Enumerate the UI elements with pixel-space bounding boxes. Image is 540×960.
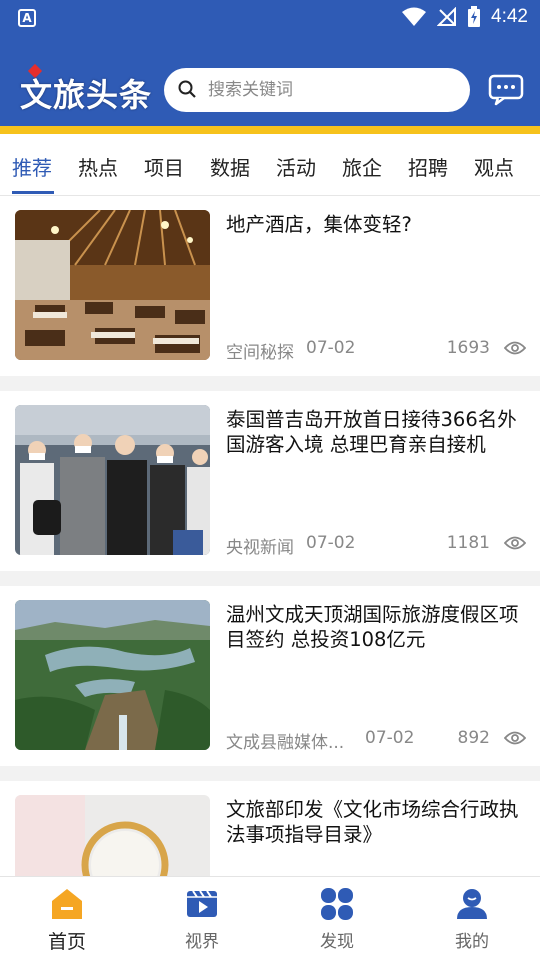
user-icon xyxy=(457,889,487,919)
article-date: 07-02 xyxy=(306,533,356,553)
article-date: 07-02 xyxy=(365,728,415,748)
tab-data[interactable]: 数据 xyxy=(210,152,250,181)
article-source: 文成县融媒体... xyxy=(226,733,345,753)
discover-icon xyxy=(321,888,353,920)
tab-opinions[interactable]: 观点 xyxy=(474,152,514,181)
article-thumbnail xyxy=(15,795,210,876)
nav-profile[interactable]: 我的 xyxy=(427,887,517,957)
nav-home[interactable]: 首页 xyxy=(22,887,112,957)
tab-recommend[interactable]: 推荐 xyxy=(12,152,52,181)
search-input[interactable] xyxy=(208,68,458,112)
status-icons: 4:42 xyxy=(401,6,528,28)
eye-icon xyxy=(504,341,526,355)
nav-discover-label: 发现 xyxy=(320,932,354,952)
article-date: 07-02 xyxy=(306,338,356,358)
tab-hot[interactable]: 热点 xyxy=(78,152,118,181)
search-bar[interactable] xyxy=(164,68,470,112)
tab-recruitment[interactable]: 招聘 xyxy=(408,152,448,181)
article-title[interactable]: 泰国普吉岛开放首日接待366名外国游客入境 总理巴育亲自接机 xyxy=(226,407,526,457)
tab-travel-companies[interactable]: 旅企 xyxy=(342,152,382,181)
article-card[interactable]: 温州文成天顶湖国际旅游度假区项目签约 总投资108亿元 文成县融媒体... 07… xyxy=(0,586,540,766)
article-thumbnail xyxy=(15,405,210,555)
article-source: 央视新闻 xyxy=(226,538,294,558)
search-icon xyxy=(178,80,196,98)
app-header: 文旅头条 xyxy=(0,36,540,126)
article-meta: 央视新闻 07-02 1181 xyxy=(226,533,526,558)
nav-discover[interactable]: 发现 xyxy=(292,887,382,957)
battery-charging-icon xyxy=(468,6,481,27)
bottom-navigation: 首页 视界 发现 我的 xyxy=(0,876,540,960)
app-logo[interactable]: 文旅头条 xyxy=(20,70,152,116)
clock: 4:42 xyxy=(491,6,528,27)
news-feed[interactable]: 地产酒店，集体变轻? 空间秘探 07-02 1693 泰国普吉岛开放首日接待36… xyxy=(0,196,540,876)
status-bar: A 4:42 xyxy=(0,0,540,36)
eye-icon xyxy=(504,731,526,745)
active-tab-indicator xyxy=(12,191,54,194)
tab-events[interactable]: 活动 xyxy=(276,152,316,181)
view-count: 892 xyxy=(457,728,490,748)
wifi-icon xyxy=(402,7,427,26)
article-source: 空间秘探 xyxy=(226,343,294,363)
tab-projects[interactable]: 项目 xyxy=(144,152,184,181)
home-icon xyxy=(52,889,82,919)
article-meta: 文成县融媒体... 07-02 892 xyxy=(226,728,526,753)
article-title[interactable]: 地产酒店，集体变轻? xyxy=(226,212,526,237)
category-tabs: 推荐 热点 项目 数据 活动 旅企 招聘 观点 xyxy=(0,134,540,196)
message-icon[interactable] xyxy=(488,74,524,106)
nav-vision[interactable]: 视界 xyxy=(157,887,247,957)
article-title[interactable]: 文旅部印发《文化市场综合行政执法事项指导目录》 xyxy=(226,797,526,847)
article-meta: 空间秘探 07-02 1693 xyxy=(226,338,526,363)
eye-icon xyxy=(504,536,526,550)
nav-vision-label: 视界 xyxy=(185,932,219,952)
article-thumbnail xyxy=(15,210,210,360)
article-card[interactable]: 泰国普吉岛开放首日接待366名外国游客入境 总理巴育亲自接机 央视新闻 07-0… xyxy=(0,391,540,571)
nav-profile-label: 我的 xyxy=(455,932,489,952)
no-signal-icon xyxy=(437,7,457,26)
article-card[interactable]: 地产酒店，集体变轻? 空间秘探 07-02 1693 xyxy=(0,196,540,376)
article-title[interactable]: 温州文成天顶湖国际旅游度假区项目签约 总投资108亿元 xyxy=(226,602,526,652)
nav-home-label: 首页 xyxy=(47,931,86,953)
view-count: 1181 xyxy=(446,533,490,553)
app-notification-icon: A xyxy=(18,9,36,27)
article-thumbnail xyxy=(15,600,210,750)
article-card[interactable]: 文旅部印发《文化市场综合行政执法事项指导目录》 xyxy=(0,781,540,876)
view-count: 1693 xyxy=(446,338,490,358)
video-icon xyxy=(187,890,217,917)
header-accent-bar xyxy=(0,126,540,134)
